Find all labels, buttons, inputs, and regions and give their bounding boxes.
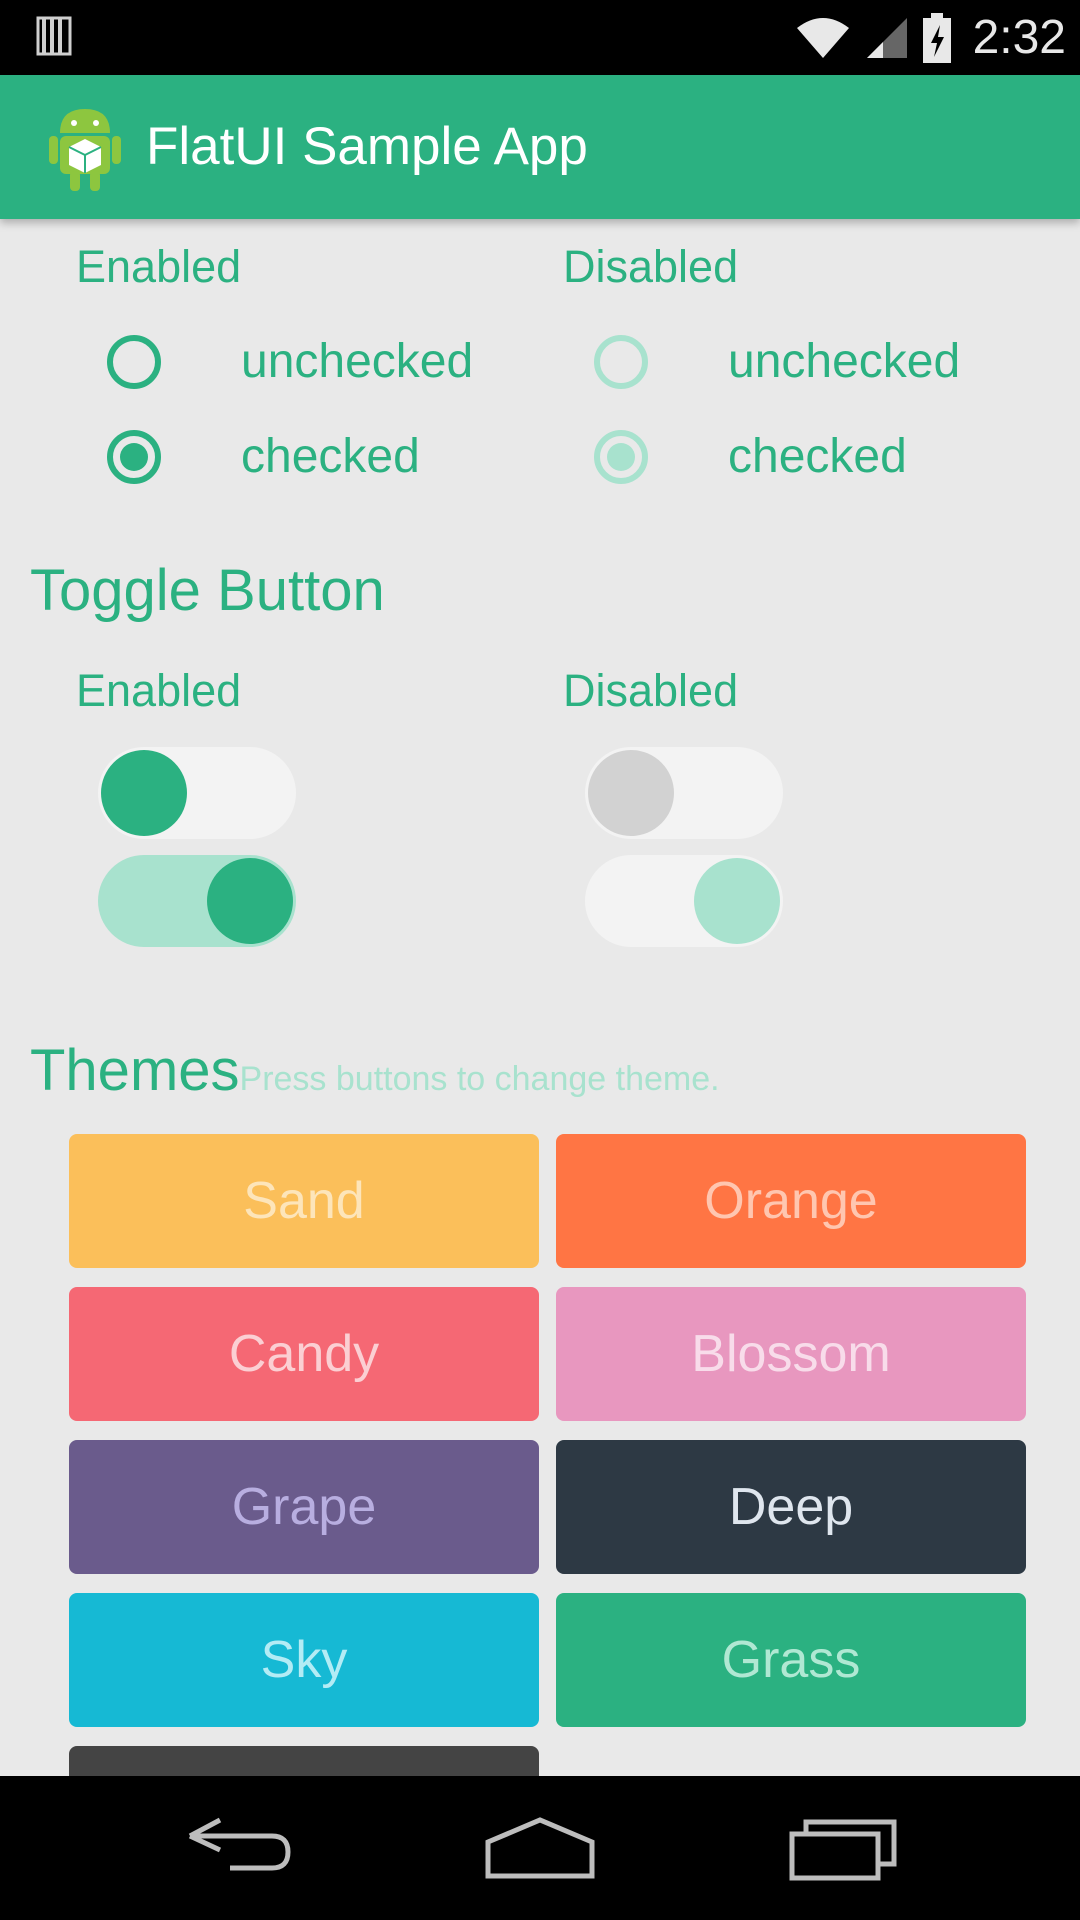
theme-button-blossom[interactable]: Blossom xyxy=(556,1287,1026,1421)
themes-title: Themes xyxy=(30,1038,240,1103)
main-content[interactable]: Enabled Disabled unchecked checked unche… xyxy=(0,219,1080,1776)
radio-disabled-checked: checked xyxy=(594,429,907,484)
theme-button-deep[interactable]: Deep xyxy=(556,1440,1026,1574)
status-icons: 2:32 xyxy=(795,0,1066,75)
themes-header: Themes Press buttons to change theme. xyxy=(30,1037,720,1104)
radio-disabled-unchecked: unchecked xyxy=(594,334,960,389)
radio-button xyxy=(594,429,648,484)
theme-button-grass[interactable]: Grass xyxy=(556,1593,1026,1727)
app-bar: FlatUI Sample App xyxy=(0,75,1080,219)
theme-button-label: Blossom xyxy=(691,1325,891,1383)
theme-button-label: Sand xyxy=(243,1172,365,1230)
theme-button-sand[interactable]: Sand xyxy=(69,1134,539,1268)
status-bar: 2:32 xyxy=(0,0,1080,75)
toggle-knob xyxy=(588,750,674,836)
toggle-knob xyxy=(207,858,293,944)
toggle-section-title: Toggle Button xyxy=(30,558,385,623)
app-title: FlatUI Sample App xyxy=(146,117,588,176)
theme-button-candy[interactable]: Candy xyxy=(69,1287,539,1421)
theme-button-label: Deep xyxy=(728,1478,854,1536)
theme-button-label: Grape xyxy=(231,1478,377,1536)
battery-charging-icon xyxy=(922,12,951,63)
toggle-disabled-label: Disabled xyxy=(563,665,739,716)
navigation-bar xyxy=(0,1776,1080,1920)
radio-enabled-unchecked[interactable]: unchecked xyxy=(107,334,473,389)
radio-button[interactable] xyxy=(107,429,161,484)
toggle-enabled-label: Enabled xyxy=(76,665,242,716)
toggle-disabled-on xyxy=(585,855,783,947)
radio-enabled-checked[interactable]: checked xyxy=(107,429,420,484)
toggle-disabled-off xyxy=(585,747,783,839)
signal-icon xyxy=(866,17,907,58)
toggle-knob xyxy=(694,858,780,944)
radio-button[interactable] xyxy=(107,334,161,389)
wifi-icon xyxy=(796,17,849,58)
sd-card-icon xyxy=(36,16,72,56)
themes-hint: Press buttons to change theme. xyxy=(239,1060,720,1098)
home-icon[interactable] xyxy=(480,1806,600,1890)
recents-icon[interactable] xyxy=(784,1806,904,1890)
radio-disabled-label: Disabled xyxy=(563,241,739,292)
android-app-icon xyxy=(49,109,121,191)
theme-button-label: Orange xyxy=(704,1172,878,1230)
theme-button-label: Candy xyxy=(228,1325,380,1383)
radio-label: checked xyxy=(728,430,907,483)
back-icon[interactable] xyxy=(180,1806,300,1890)
theme-button-orange[interactable]: Orange xyxy=(556,1134,1026,1268)
theme-button-partial[interactable] xyxy=(69,1746,539,1776)
radio-enabled-label: Enabled xyxy=(76,241,242,292)
theme-button-label: Grass xyxy=(721,1631,861,1689)
radio-button xyxy=(594,334,648,389)
clock: 2:32 xyxy=(972,11,1066,64)
toggle-knob xyxy=(101,750,187,836)
radio-label: unchecked xyxy=(728,335,961,388)
theme-button-grape[interactable]: Grape xyxy=(69,1440,539,1574)
radio-label: checked xyxy=(241,430,420,483)
theme-button-sky[interactable]: Sky xyxy=(69,1593,539,1727)
toggle-enabled-off[interactable] xyxy=(98,747,296,839)
toggle-enabled-on[interactable] xyxy=(98,855,296,947)
radio-label: unchecked xyxy=(241,335,474,388)
theme-button-label: Sky xyxy=(260,1631,348,1689)
